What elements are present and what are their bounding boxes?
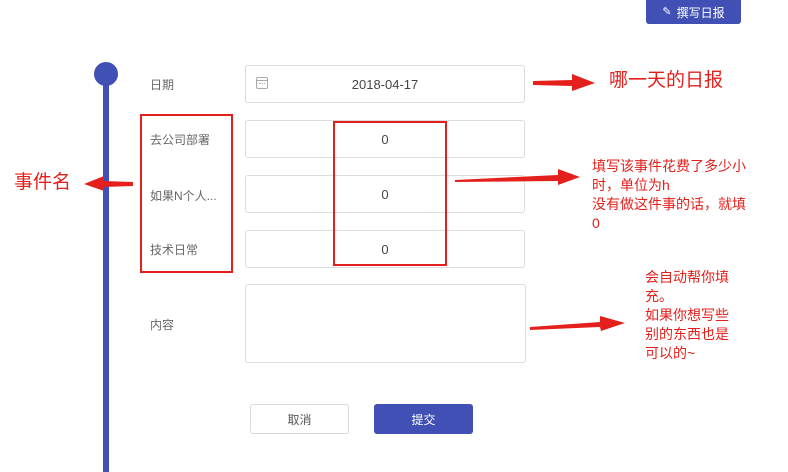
date-annotation: 哪一天的日报 (609, 70, 724, 91)
content-annotation-line-2: 充。 (645, 288, 673, 304)
event-name-arrow (84, 176, 133, 191)
hours-annotation-line-4: 0 (592, 215, 600, 231)
content-annotation-line-5: 可以的~ (645, 345, 696, 361)
content-annotation-line-1: 会自动帮你填 (645, 269, 729, 285)
hours-annotation-line-2: 时，单位为h (592, 177, 670, 193)
date-arrow (533, 74, 595, 91)
content-annotation-line-4: 别的东西也是 (645, 326, 729, 342)
hours-annotation-line-1: 填写该事件花费了多少小 (592, 158, 746, 174)
hours-annotation: 填写该事件花费了多少小 时，单位为h 没有做这件事的话，就填 0 (592, 157, 746, 233)
hours-annotation-line-3: 没有做这件事的话，就填 (592, 196, 746, 212)
content-arrow (530, 316, 625, 331)
hours-arrow (455, 169, 580, 185)
content-annotation: 会自动帮你填 充。 如果你想写些 别的东西也是 可以的~ (645, 268, 729, 363)
event-name-annotation: 事件名 (14, 172, 72, 193)
content-annotation-line-3: 如果你想写些 (645, 307, 729, 323)
